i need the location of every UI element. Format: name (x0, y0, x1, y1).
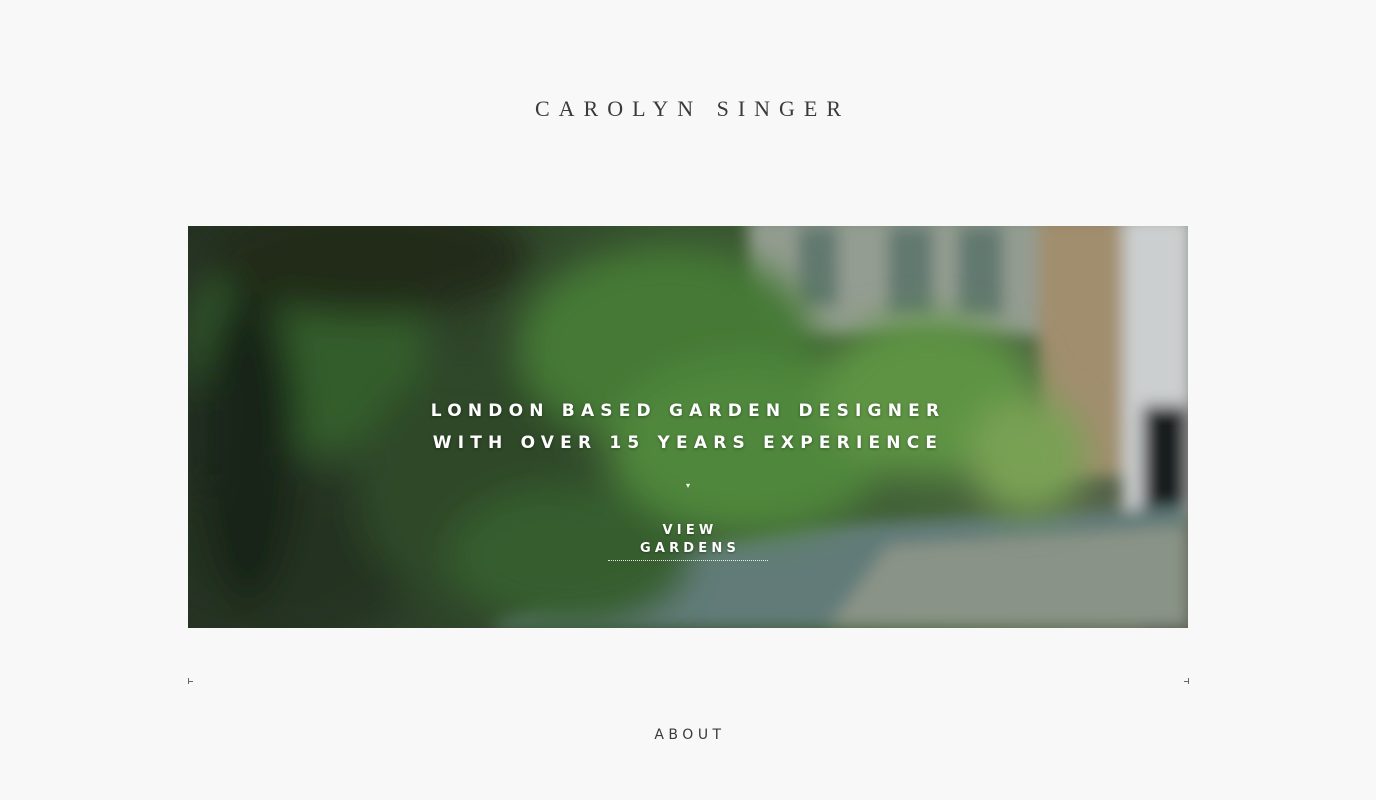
site-title[interactable]: CAROLYN SINGER (0, 96, 1376, 122)
view-gardens-link[interactable]: VIEW GARDENS (608, 522, 768, 561)
hero-tagline-line1: LONDON BASED GARDEN DESIGNER (430, 401, 946, 421)
down-arrow-icon: ▾ (685, 481, 690, 490)
corner-mark-right (1182, 678, 1189, 684)
hero-tagline-line2: WITH OVER 15 YEARS EXPERIENCE (432, 433, 944, 453)
hero-banner: LONDON BASED GARDEN DESIGNER WITH OVER 1… (188, 226, 1188, 628)
about-heading: ABOUT (654, 727, 726, 743)
corner-mark-left (188, 678, 195, 684)
